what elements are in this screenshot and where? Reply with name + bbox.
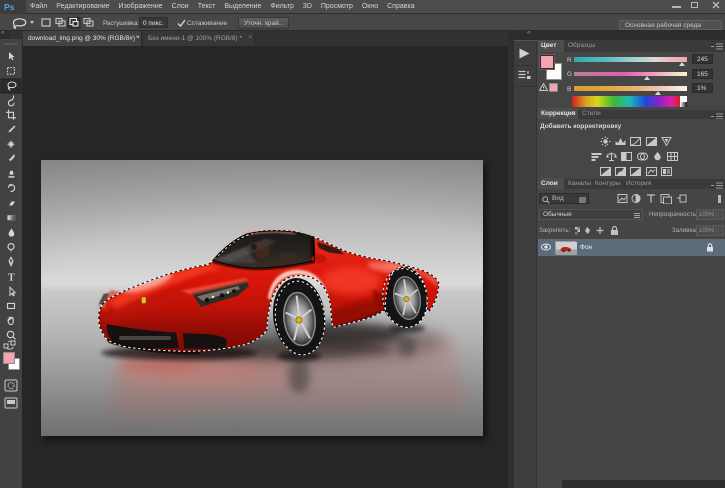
svg-text:T: T (8, 273, 15, 284)
